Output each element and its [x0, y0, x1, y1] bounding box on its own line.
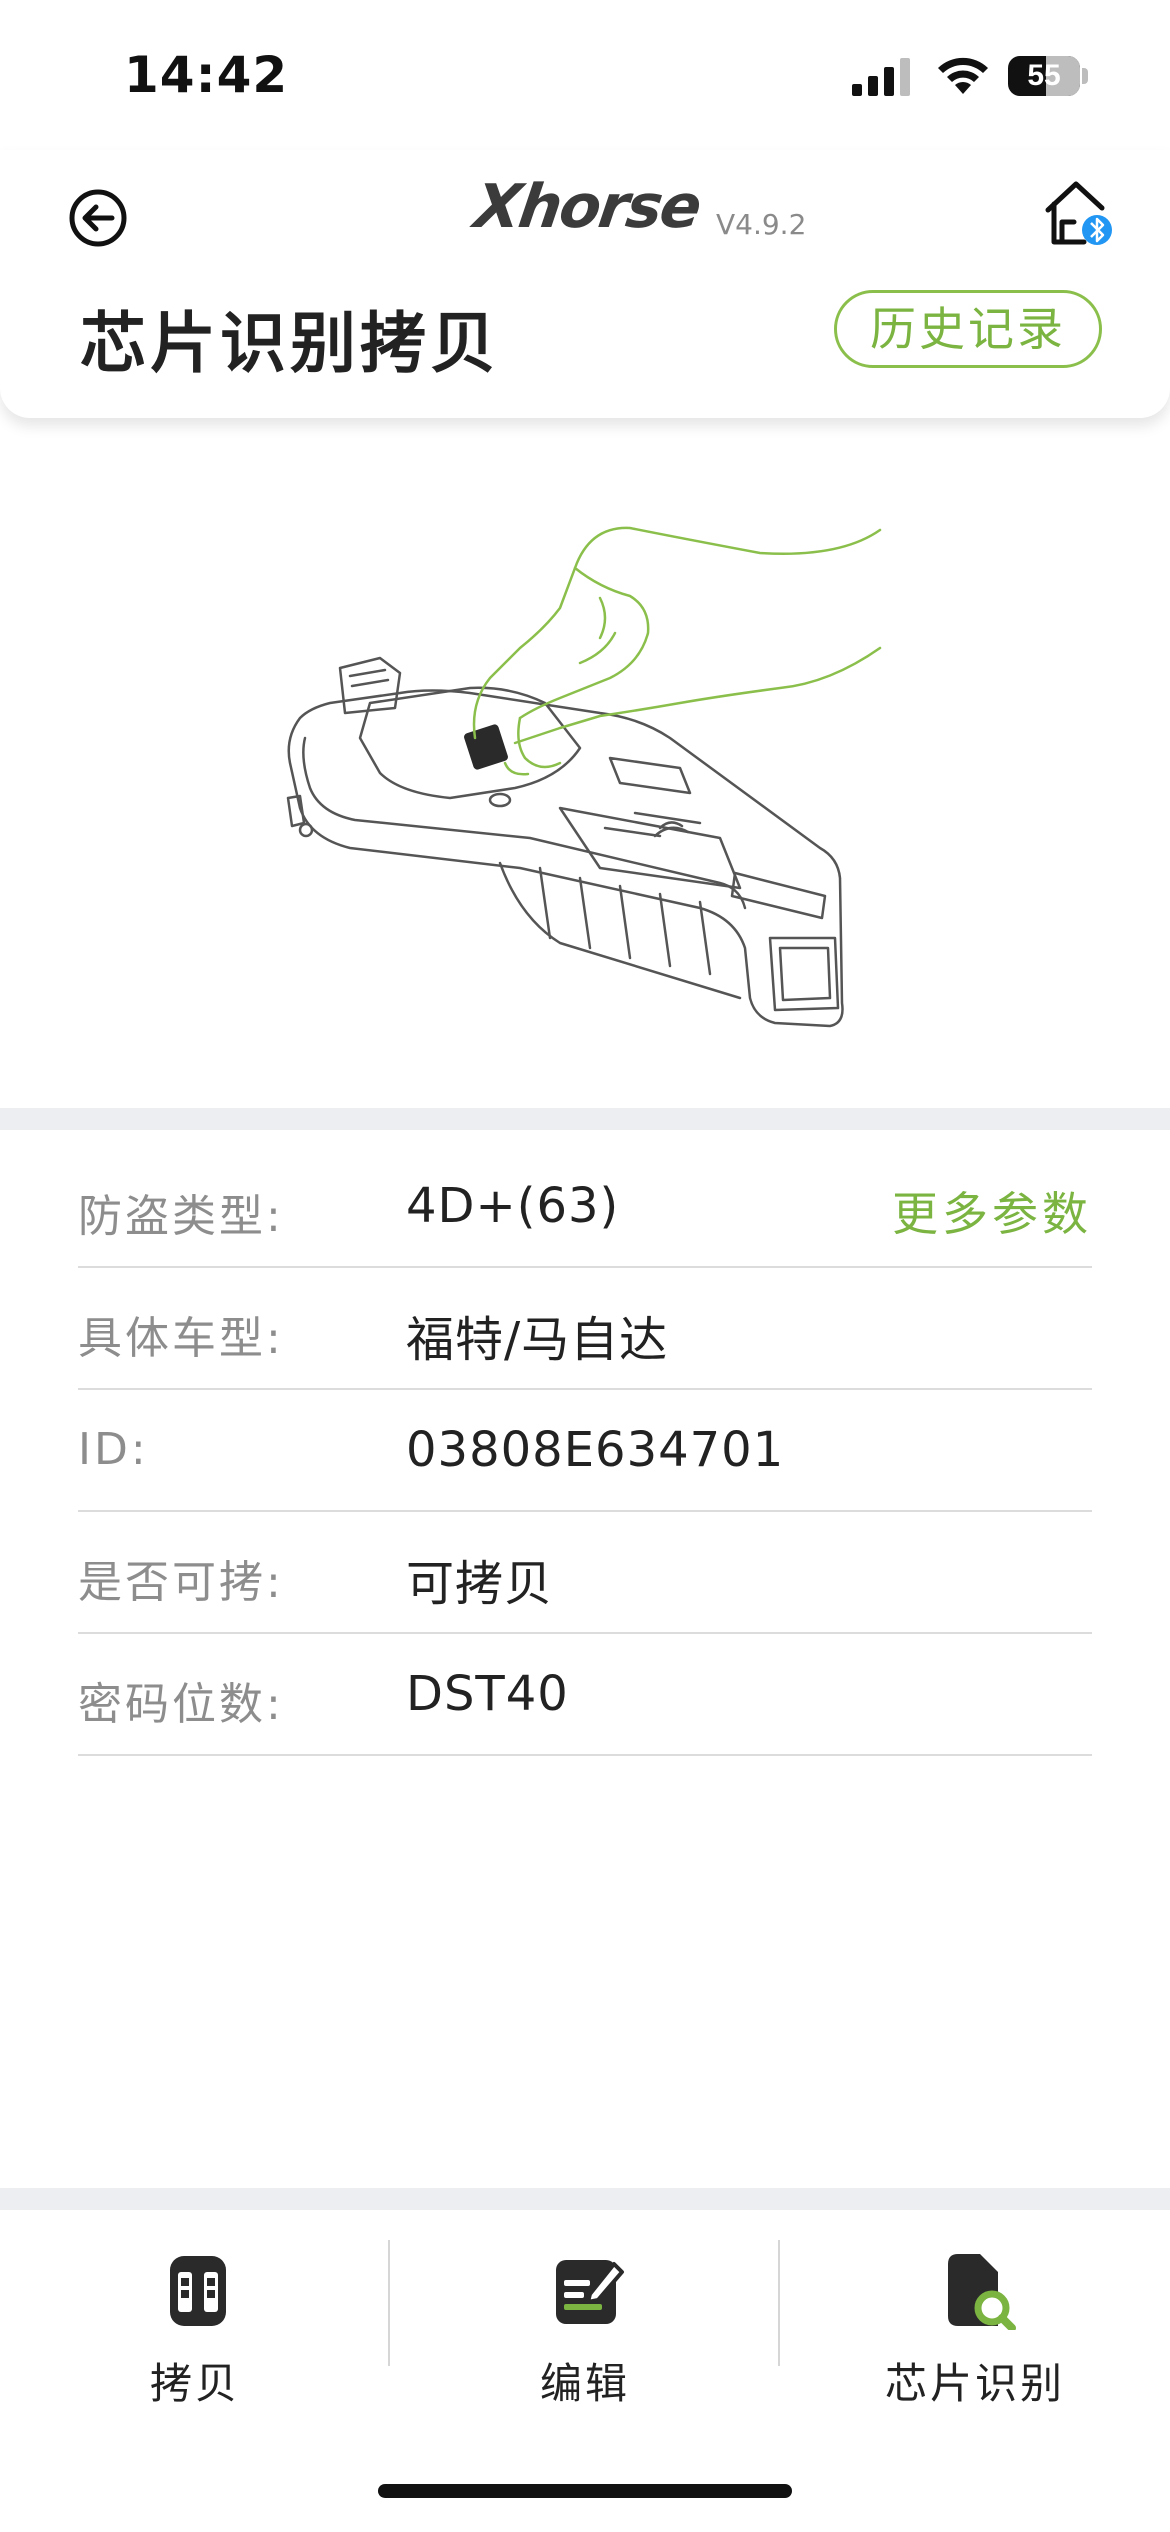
info-label: 防盗类型:: [78, 1191, 284, 1242]
info-label: 密码位数:: [78, 1679, 284, 1730]
car-key-icon: [170, 2256, 226, 2326]
tab-edit[interactable]: 编辑: [390, 2210, 780, 2410]
chip-search-icon: [948, 2254, 1016, 2330]
tab-bar-divider: [0, 2188, 1170, 2210]
back-circle-icon[interactable]: [60, 180, 136, 256]
tab-label: 芯片识别: [884, 2359, 1065, 2408]
info-value: 福特/马自达: [406, 1312, 669, 1368]
brand-logo: Xhorse: [470, 172, 705, 242]
wifi-icon: [938, 57, 988, 94]
more-params-link[interactable]: 更多参数: [892, 1178, 1092, 1244]
page-title: 芯片识别拷贝: [80, 305, 500, 382]
info-row-antitheft-type: 防盗类型: 4D+(63) 更多参数: [78, 1146, 1092, 1268]
battery-nub: [1082, 68, 1088, 84]
tab-copy[interactable]: 拷贝: [0, 2210, 390, 2410]
status-bar: 14:42 55: [0, 0, 1170, 150]
history-button[interactable]: 历史记录: [834, 290, 1102, 368]
app-version: V4.9.2: [716, 208, 807, 241]
info-row-copyable: 是否可拷: 可拷贝: [78, 1512, 1092, 1634]
info-label: ID:: [78, 1424, 149, 1475]
info-value: 4D+(63): [406, 1178, 620, 1234]
info-value: DST40: [406, 1666, 569, 1722]
home-bluetooth-icon[interactable]: [1040, 172, 1120, 252]
section-divider: [0, 1108, 1170, 1130]
info-value: 03808E634701: [406, 1422, 785, 1478]
info-label: 具体车型:: [78, 1313, 284, 1364]
tab-label: 编辑: [539, 2359, 630, 2408]
info-row-password-bits: 密码位数: DST40: [78, 1634, 1092, 1756]
info-row-vehicle-model: 具体车型: 福特/马自达: [78, 1268, 1092, 1390]
header: Xhorse V4.9.2 芯片识别拷贝 历史记录: [0, 150, 1170, 418]
home-indicator[interactable]: [378, 2484, 792, 2498]
tab-label: 拷贝: [149, 2359, 240, 2408]
edit-icon: [556, 2260, 624, 2324]
battery-level: 55: [1027, 59, 1061, 92]
info-value: 可拷贝: [406, 1556, 554, 1612]
info-row-id: ID: 03808E634701: [78, 1390, 1092, 1512]
tab-chip-identify[interactable]: 芯片识别: [780, 2210, 1170, 2410]
device-illustration: [0, 418, 1170, 1108]
cellular-signal-icon: [852, 58, 910, 96]
status-time: 14:42: [124, 46, 289, 104]
battery-icon: 55: [1008, 56, 1080, 96]
info-label: 是否可拷:: [78, 1557, 284, 1608]
